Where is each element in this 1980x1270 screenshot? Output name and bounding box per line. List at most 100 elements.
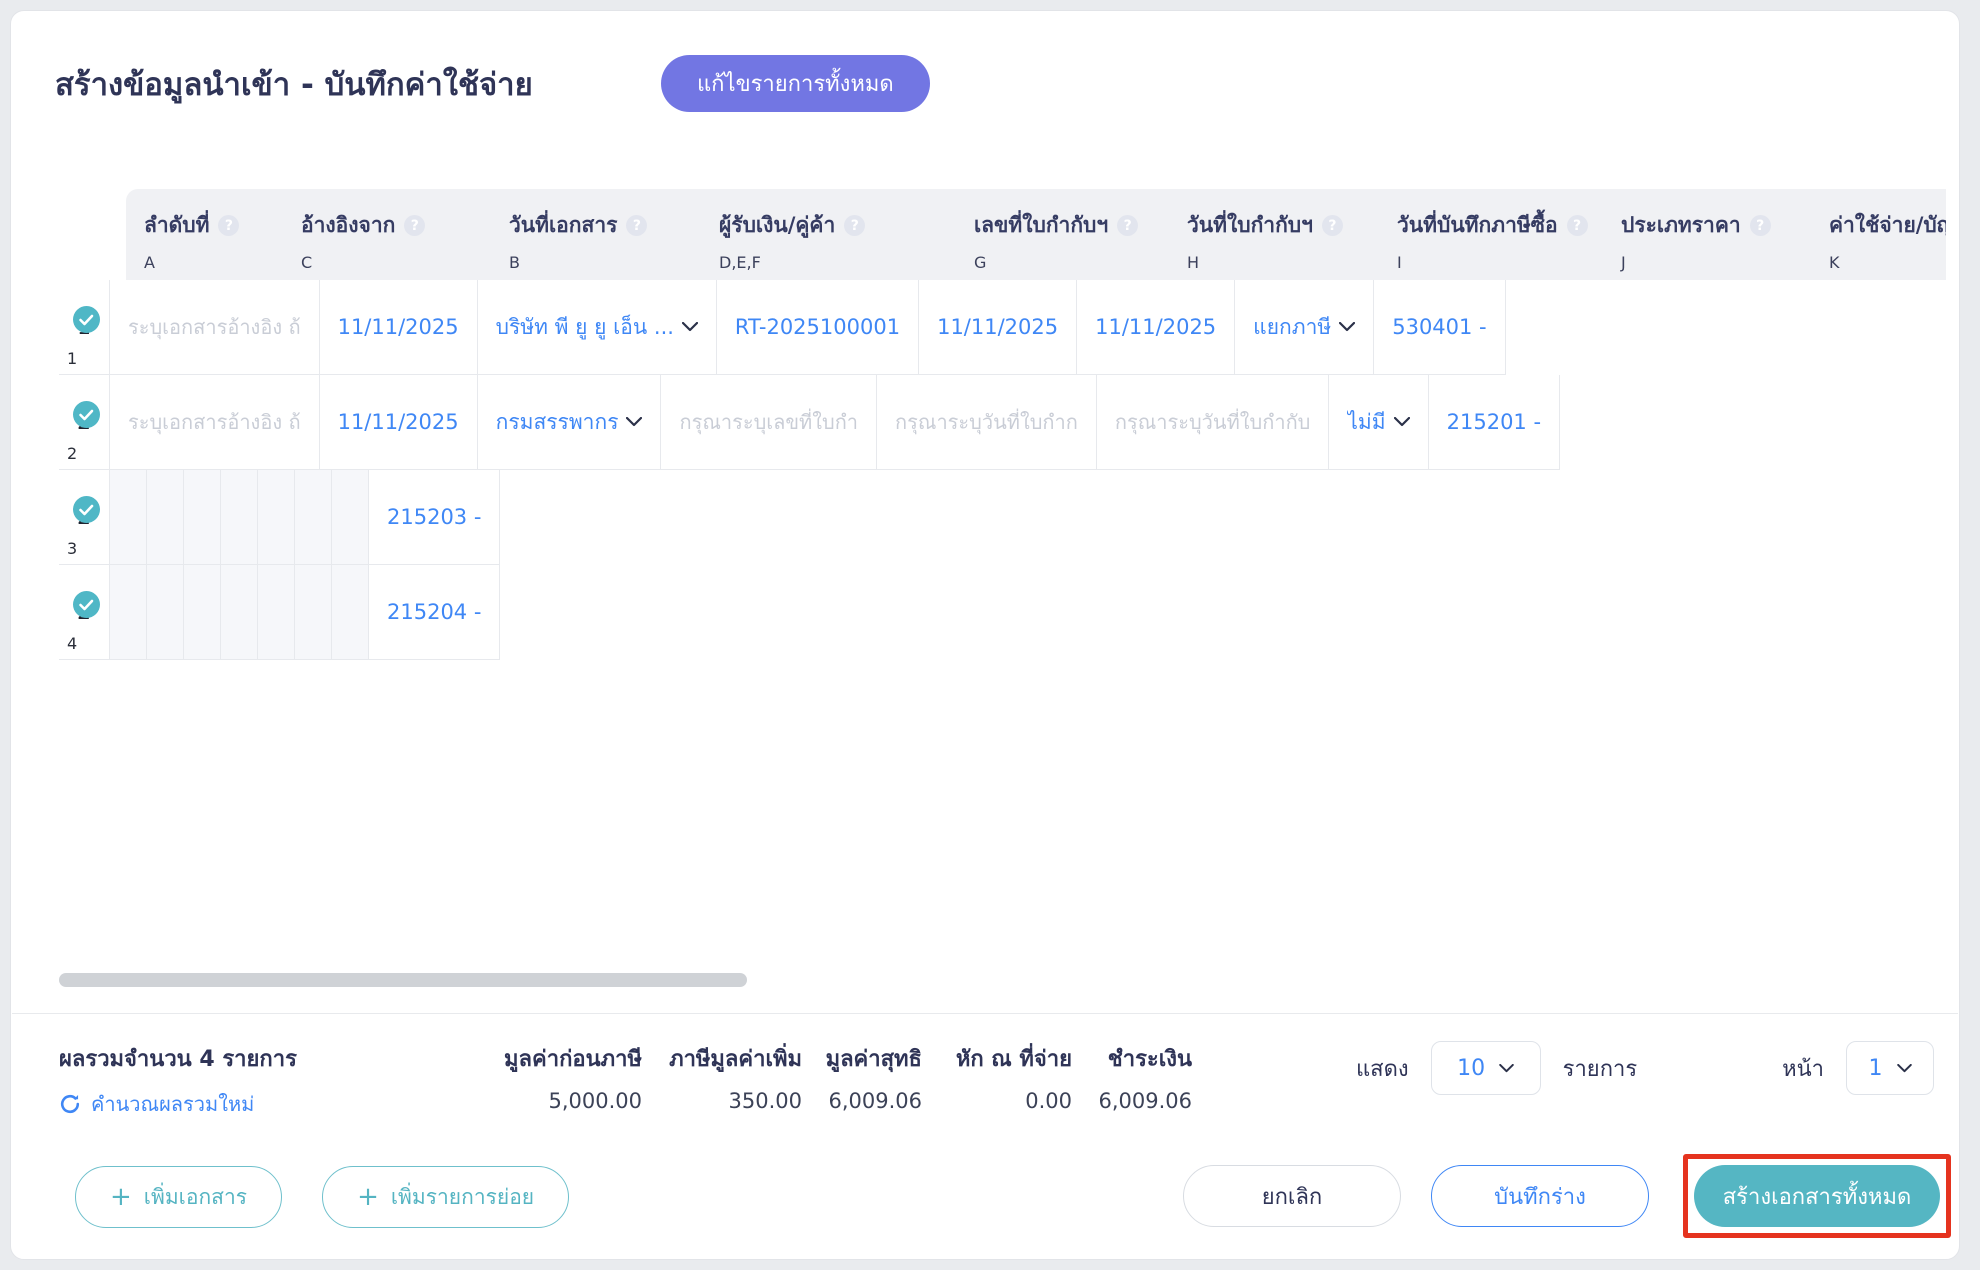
footer-left-actions: + เพิ่มเอกสาร + เพิ่มรายการย่อย <box>75 1166 570 1228</box>
withholding-value: 0.00 <box>1025 1089 1072 1113</box>
summary-vat: ภาษีมูลค่าเพิ่ม 350.00 <box>642 1041 802 1113</box>
header-gutter <box>59 189 126 280</box>
price-type-value: ไม่มี <box>1347 409 1386 434</box>
net-value: 6,009.06 <box>828 1089 922 1113</box>
create-all-documents-button[interactable]: สร้างเอกสารทั้งหมด <box>1694 1165 1940 1227</box>
summary-payment: ชำระเงิน 6,009.06 <box>1072 1041 1192 1113</box>
recalculate-label: คำนวณผลรวมใหม่ <box>91 1092 255 1116</box>
expense-account-link[interactable]: 215204 - <box>369 565 501 660</box>
price-type-field-disabled <box>332 565 369 660</box>
table-row: 1 1 ระบุเอกสารอ้างอิง ถ้ 11/11/2025 บริษ… <box>59 280 1946 375</box>
document-date-field-disabled <box>147 470 184 565</box>
help-icon[interactable]: ? <box>404 215 426 236</box>
divider <box>12 1013 1958 1014</box>
header-price-type-label: ประเภทราคา <box>1621 213 1741 237</box>
vat-value: 350.00 <box>728 1089 802 1113</box>
header-seq-label: ลำดับที่ <box>144 213 210 237</box>
help-icon[interactable]: ? <box>1117 215 1139 236</box>
chevron-down-icon <box>1499 1063 1514 1072</box>
payee-dropdown[interactable]: บริษัท พี ยู ยู เอ็น ... <box>477 280 717 375</box>
check-circle-icon <box>73 591 100 618</box>
check-circle-icon <box>73 401 100 428</box>
main-card: สร้างข้อมูลนำเข้า - บันทึกค่าใช้จ่าย แก้… <box>10 10 1960 1260</box>
help-icon[interactable]: ? <box>626 215 648 236</box>
pre-tax-value: 5,000.00 <box>548 1089 642 1113</box>
help-icon[interactable]: ? <box>1749 215 1771 236</box>
summary-total-label: ผลรวมจำนวน 4 รายการ <box>59 1047 297 1072</box>
summary-net: มูลค่าสุทธิ 6,009.06 <box>802 1041 922 1113</box>
help-icon[interactable]: ? <box>844 215 866 236</box>
add-sub-item-label: เพิ่มรายการย่อย <box>390 1184 535 1209</box>
add-sub-item-button[interactable]: + เพิ่มรายการย่อย <box>322 1166 570 1228</box>
page-select[interactable]: 1 <box>1846 1041 1934 1095</box>
expense-account-link[interactable]: 215203 - <box>369 470 501 565</box>
payee-field-disabled <box>184 565 221 660</box>
tax-invoice-no-field[interactable]: กรุณาระบุเลขที่ใบกำ <box>661 375 878 470</box>
payment-label: ชำระเงิน <box>1107 1047 1192 1072</box>
recalculate-link[interactable]: คำนวณผลรวมใหม่ <box>59 1088 354 1120</box>
header-payee-label: ผู้รับเงิน/คู่ค้า <box>719 213 836 237</box>
plus-icon: + <box>357 1182 379 1212</box>
summary-pre-tax: มูลค่าก่อนภาษี 5,000.00 <box>354 1041 642 1113</box>
add-document-button[interactable]: + เพิ่มเอกสาร <box>75 1166 283 1228</box>
payee-field-disabled <box>184 470 221 565</box>
cancel-button[interactable]: ยกเลิก <box>1183 1165 1401 1227</box>
header-expense-account-label: ค่าใช้จ่าย/บัญชี <box>1829 213 1946 237</box>
price-type-dropdown[interactable]: แยกภาษี <box>1235 280 1375 375</box>
price-type-dropdown[interactable]: ไม่มี <box>1329 375 1429 470</box>
header-reference-label: อ้างอิงจาก <box>301 213 396 237</box>
row-number: 2 <box>67 444 78 463</box>
tax-invoice-date-field[interactable]: 11/11/2025 <box>919 280 1078 375</box>
page-label: หน้า <box>1782 1056 1824 1082</box>
reference-field[interactable]: ระบุเอกสารอ้างอิง ถ้ <box>110 375 320 470</box>
header-document-date-label: วันที่เอกสาร <box>509 213 618 237</box>
header-document-date-code: B <box>509 253 520 272</box>
price-type-value: แยกภาษี <box>1253 314 1332 339</box>
document-date-field[interactable]: 11/11/2025 <box>319 280 478 375</box>
vat-label: ภาษีมูลค่าเพิ่ม <box>669 1047 802 1072</box>
help-icon[interactable]: ? <box>218 215 240 236</box>
expense-account-link[interactable]: 530401 - <box>1374 280 1506 375</box>
help-icon[interactable]: ? <box>1566 215 1588 236</box>
header-expense-account-code: K <box>1829 253 1840 272</box>
tax-invoice-no-field[interactable]: RT-2025100001 <box>716 280 920 375</box>
vat-record-date-field[interactable]: 11/11/2025 <box>1077 280 1236 375</box>
horizontal-scrollbar[interactable] <box>59 973 747 987</box>
items-label: รายการ <box>1562 1056 1638 1082</box>
tax-invoice-date-field[interactable]: กรุณาระบุวันที่ใบกำก <box>877 375 1097 470</box>
header-payee-code: D,E,F <box>719 253 761 272</box>
header-expense-account: ค่าใช้จ่าย/บัญชี K <box>1811 189 1946 280</box>
pre-tax-label: มูลค่าก่อนภาษี <box>504 1047 642 1072</box>
plus-icon: + <box>110 1182 132 1212</box>
edit-all-button[interactable]: แก้ไขรายการทั้งหมด <box>661 55 930 112</box>
page-size-value: 10 <box>1457 1055 1486 1081</box>
tax-invoice-date-field-disabled <box>258 565 295 660</box>
expense-account-link[interactable]: 215201 - <box>1428 375 1561 470</box>
row-number: 1 <box>67 349 78 368</box>
chevron-down-icon <box>626 417 643 427</box>
payment-value: 6,009.06 <box>1098 1089 1192 1113</box>
header-reference: อ้างอิงจาก? C <box>283 189 491 280</box>
document-date-field[interactable]: 11/11/2025 <box>319 375 478 470</box>
tax-invoice-no-field-disabled <box>221 565 258 660</box>
add-document-label: เพิ่มเอกสาร <box>143 1184 248 1209</box>
vat-record-date-field[interactable]: กรุณาระบุวันที่ใบกำกับ <box>1096 375 1330 470</box>
header-vat-record-date-label: วันที่บันทึกภาษีซื้อ <box>1397 213 1558 237</box>
help-icon[interactable]: ? <box>1321 215 1343 236</box>
page-size-select[interactable]: 10 <box>1430 1041 1541 1095</box>
table-row: 2 2 ระบุเอกสารอ้างอิง ถ้ 11/11/2025 กรมส… <box>59 375 1946 470</box>
header-tax-invoice-date: วันที่ใบกำกับฯ? H <box>1169 189 1379 280</box>
footer-right-actions: ยกเลิก บันทึกร่าง สร้างเอกสารทั้งหมด <box>1183 1154 1951 1238</box>
header-payee: ผู้รับเงิน/คู่ค้า? D,E,F <box>701 189 956 280</box>
reference-field[interactable]: ระบุเอกสารอ้างอิง ถ้ <box>110 280 320 375</box>
check-circle-icon <box>73 306 100 333</box>
page-value: 1 <box>1868 1055 1883 1081</box>
header-tax-invoice-date-label: วันที่ใบกำกับฯ <box>1187 213 1313 237</box>
table-row: 3 2 215203 - <box>59 470 1946 565</box>
payee-dropdown[interactable]: กรมสรรพากร <box>477 375 662 470</box>
header-seq: ลำดับที่? A <box>126 189 283 280</box>
header-vat-record-date-code: I <box>1397 253 1402 272</box>
save-draft-button[interactable]: บันทึกร่าง <box>1431 1165 1649 1227</box>
vat-record-date-field-disabled <box>295 565 332 660</box>
header-reference-code: C <box>301 253 313 272</box>
